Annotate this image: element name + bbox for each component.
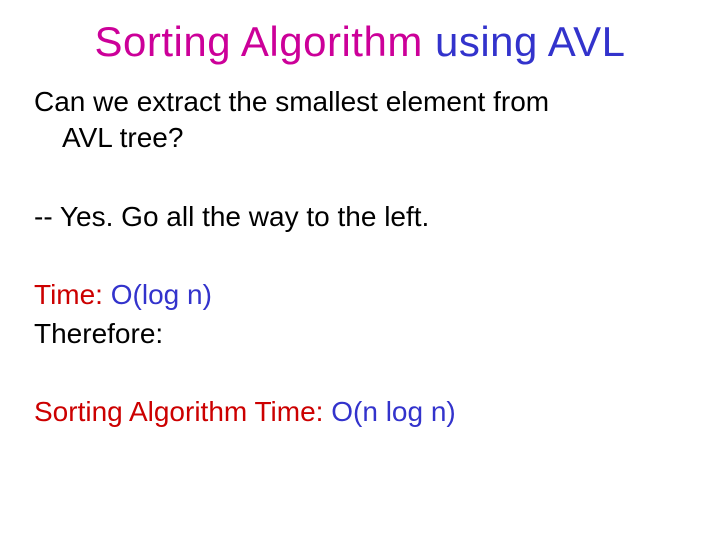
- question-block: Can we extract the smallest element from…: [34, 84, 686, 157]
- time-label: Time:: [34, 279, 111, 310]
- time-line: Time: O(log n): [34, 277, 686, 313]
- title-part1: Sorting Algorithm: [94, 18, 435, 65]
- question-line1: Can we extract the smallest element from: [34, 84, 686, 120]
- time-value: O(log n): [111, 279, 212, 310]
- therefore-line: Therefore:: [34, 316, 686, 352]
- sorting-label: Sorting Algorithm Time:: [34, 396, 331, 427]
- slide-title: Sorting Algorithm using AVL: [34, 18, 686, 66]
- sorting-value: O(n log n): [331, 396, 456, 427]
- answer-line: -- Yes. Go all the way to the left.: [34, 199, 686, 235]
- title-part2: using AVL: [435, 18, 626, 65]
- question-line2: AVL tree?: [34, 120, 686, 156]
- sorting-time-line: Sorting Algorithm Time: O(n log n): [34, 394, 686, 430]
